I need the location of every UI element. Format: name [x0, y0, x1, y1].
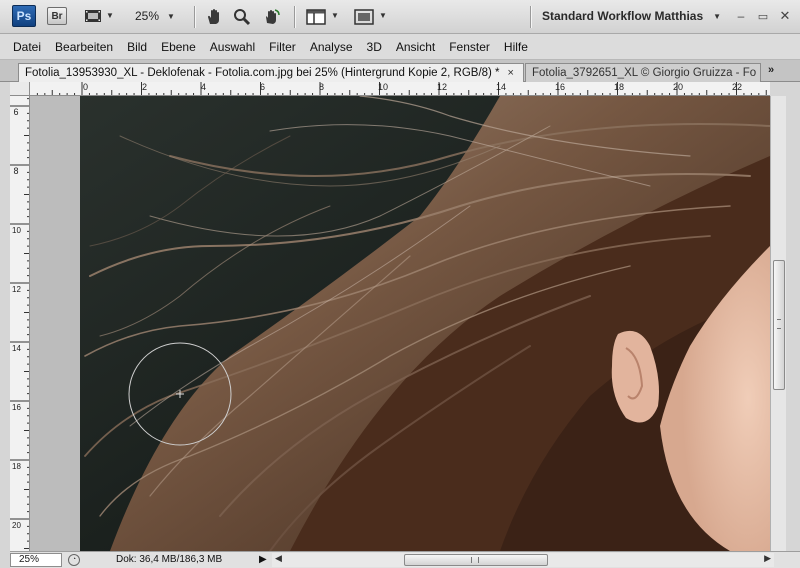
- toolbar-divider: [530, 6, 531, 28]
- status-bar: 25% ◔ Dok: 36,4 MB/186,3 MB ▶ ◀ ▶: [10, 551, 800, 568]
- menu-ebene[interactable]: Ebene: [154, 40, 203, 54]
- minimize-button[interactable]: –: [734, 9, 748, 23]
- zoom-level-select[interactable]: 25% ▼: [135, 9, 175, 23]
- ruler-label: 16: [12, 403, 21, 412]
- menu-3d[interactable]: 3D: [360, 40, 389, 54]
- zoom-input[interactable]: 25%: [10, 553, 62, 567]
- toolbar-divider: [294, 6, 295, 28]
- rotate-view-icon[interactable]: [262, 7, 282, 27]
- ruler-label: 14: [496, 82, 507, 92]
- hand-tool-icon[interactable]: [204, 7, 224, 27]
- arrange-documents-icon[interactable]: [306, 8, 326, 25]
- chevron-down-icon[interactable]: ▼: [331, 11, 339, 20]
- vertical-scrollbar[interactable]: [770, 96, 786, 551]
- scroll-right-icon[interactable]: ▶: [764, 553, 771, 564]
- photo-image: [30, 96, 770, 551]
- ruler-label: 20: [12, 521, 21, 530]
- ruler-label: 8: [319, 82, 325, 92]
- document-tab-label: Fotolia_13953930_XL - Deklofenak - Fotol…: [25, 67, 500, 79]
- horizontal-ruler[interactable]: 0 2 4 6 8 10 12 14 16 18 20 22: [30, 82, 770, 96]
- ruler-ticks: [10, 98, 29, 549]
- ruler-label: 2: [142, 82, 148, 92]
- menu-fenster[interactable]: Fenster: [442, 40, 497, 54]
- tab-overflow-button[interactable]: »: [768, 64, 774, 76]
- zoom-level-value: 25%: [135, 9, 160, 23]
- document-canvas[interactable]: [30, 96, 770, 551]
- ruler-label: 8: [13, 166, 19, 176]
- ruler-label: 18: [12, 462, 21, 471]
- panel-edge: [786, 82, 800, 551]
- document-size: Dok: 36,4 MB/186,3 MB: [116, 554, 223, 565]
- zoom-tool-icon[interactable]: [232, 7, 252, 27]
- ruler-label: 6: [13, 107, 19, 117]
- workspace-switcher[interactable]: Standard Workflow Matthias ▼: [542, 9, 721, 23]
- grip-icon: [471, 557, 479, 563]
- menu-bild[interactable]: Bild: [120, 40, 154, 54]
- screen-mode-icon[interactable]: [354, 8, 374, 25]
- ruler-label: 20: [673, 82, 684, 92]
- close-icon[interactable]: ×: [508, 67, 514, 79]
- toolbar-divider: [194, 6, 195, 28]
- ruler-label: 4: [201, 82, 207, 92]
- document-tab-label: Fotolia_3792651_XL © Giorgio Gruizza - F…: [532, 67, 757, 79]
- scroll-left-icon[interactable]: ◀: [275, 553, 282, 564]
- grip-icon: [777, 319, 781, 329]
- menu-bar: Datei Bearbeiten Bild Ebene Auswahl Filt…: [0, 34, 800, 60]
- ruler-label: 6: [260, 82, 266, 92]
- workspace-name: Standard Workflow Matthias: [542, 9, 704, 23]
- chevron-down-icon: ▼: [713, 11, 722, 21]
- bridge-button[interactable]: Br: [47, 7, 67, 25]
- horizontal-scrollbar-thumb[interactable]: [404, 554, 548, 566]
- document-frame-edge: [0, 82, 10, 551]
- photoshop-logo[interactable]: Ps: [12, 5, 36, 27]
- ruler-label: 10: [12, 226, 21, 235]
- chevron-down-icon[interactable]: ▼: [379, 11, 387, 20]
- status-info-icon[interactable]: ◔: [68, 554, 80, 566]
- menu-hilfe[interactable]: Hilfe: [497, 40, 535, 54]
- ruler-origin[interactable]: [10, 82, 30, 96]
- menu-bearbeiten[interactable]: Bearbeiten: [48, 40, 120, 54]
- vertical-ruler[interactable]: 6 8 10 12 14 16 18 20: [10, 96, 30, 551]
- menu-datei[interactable]: Datei: [6, 40, 48, 54]
- ruler-label: 16: [555, 82, 566, 92]
- horizontal-scrollbar[interactable]: ◀ ▶: [272, 553, 774, 567]
- ruler-label: 22: [732, 82, 743, 92]
- application-bar: Ps Br ▼ 25% ▼ ▼ ▼ Standard Workflow Matt…: [0, 0, 800, 34]
- ruler-label: 12: [437, 82, 448, 92]
- ruler-label: 0: [83, 82, 89, 92]
- menu-auswahl[interactable]: Auswahl: [203, 40, 262, 54]
- film-strip-icon[interactable]: [84, 7, 102, 25]
- status-menu-button[interactable]: ▶: [259, 554, 267, 565]
- ruler-ticks: [36, 82, 767, 95]
- menu-analyse[interactable]: Analyse: [303, 40, 360, 54]
- document-tab-active[interactable]: Fotolia_13953930_XL - Deklofenak - Fotol…: [18, 63, 524, 82]
- ruler-label: 18: [614, 82, 625, 92]
- chevron-down-icon[interactable]: ▼: [106, 11, 114, 20]
- document-tab[interactable]: Fotolia_3792651_XL © Giorgio Gruizza - F…: [525, 63, 761, 82]
- restore-button[interactable]: ▭: [756, 9, 770, 23]
- close-button[interactable]: ✕: [778, 8, 792, 23]
- menu-ansicht[interactable]: Ansicht: [389, 40, 442, 54]
- ruler-label: 12: [12, 285, 21, 294]
- menu-filter[interactable]: Filter: [262, 40, 303, 54]
- ruler-label: 14: [12, 344, 21, 353]
- document-tab-bar: Fotolia_13953930_XL - Deklofenak - Fotol…: [0, 60, 800, 82]
- ruler-label: 10: [378, 82, 389, 92]
- vertical-scrollbar-thumb[interactable]: [773, 260, 785, 390]
- chevron-down-icon: ▼: [167, 11, 175, 21]
